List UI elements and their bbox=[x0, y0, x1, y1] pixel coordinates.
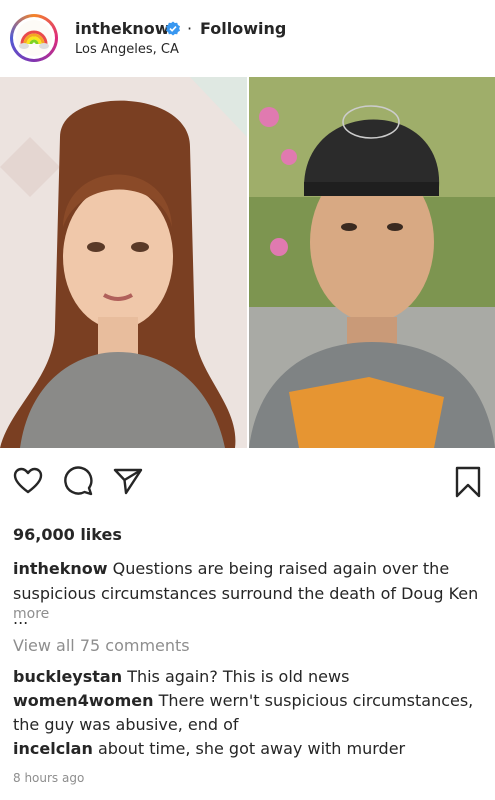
post-caption: intheknow Questions are being raised aga… bbox=[13, 556, 483, 631]
heart-icon[interactable] bbox=[12, 465, 44, 501]
comment-icon[interactable] bbox=[62, 465, 94, 501]
post-timestamp[interactable]: 8 hours ago bbox=[13, 771, 84, 785]
comment-text: This again? This is old news bbox=[127, 667, 350, 686]
rainbow-logo-icon bbox=[16, 20, 52, 56]
view-all-comments-link[interactable]: View all 75 comments bbox=[13, 636, 190, 655]
comment-username[interactable]: incelclan bbox=[13, 739, 93, 758]
more-link[interactable]: more bbox=[13, 606, 49, 622]
location-link[interactable]: Los Angeles, CA bbox=[75, 42, 179, 57]
verified-badge-icon bbox=[165, 21, 181, 37]
comment-text: about time, she got away with murder bbox=[97, 739, 406, 758]
post-photo-left[interactable] bbox=[0, 77, 247, 448]
likes-count[interactable]: 96,000 likes bbox=[13, 525, 122, 544]
post-header: intheknow · Following Los Angeles, CA bbox=[0, 0, 495, 77]
comments-list: buckleystan This again? This is old news… bbox=[13, 665, 488, 761]
comment-username[interactable]: buckleystan bbox=[13, 667, 122, 686]
bookmark-icon[interactable] bbox=[453, 465, 483, 503]
comment: women4women There wern't suspicious circ… bbox=[13, 689, 488, 737]
username[interactable]: intheknow bbox=[75, 19, 170, 38]
separator-dot: · bbox=[187, 19, 193, 38]
profile-avatar[interactable] bbox=[10, 14, 58, 62]
comment-username[interactable]: women4women bbox=[13, 691, 154, 710]
action-bar bbox=[0, 465, 495, 505]
comment: buckleystan This again? This is old news bbox=[13, 665, 488, 689]
comment: incelclan about time, she got away with … bbox=[13, 737, 488, 761]
share-icon[interactable] bbox=[112, 465, 144, 501]
post-photo-right[interactable] bbox=[249, 77, 495, 448]
caption-username[interactable]: intheknow bbox=[13, 559, 108, 578]
following-button[interactable]: Following bbox=[200, 19, 286, 38]
